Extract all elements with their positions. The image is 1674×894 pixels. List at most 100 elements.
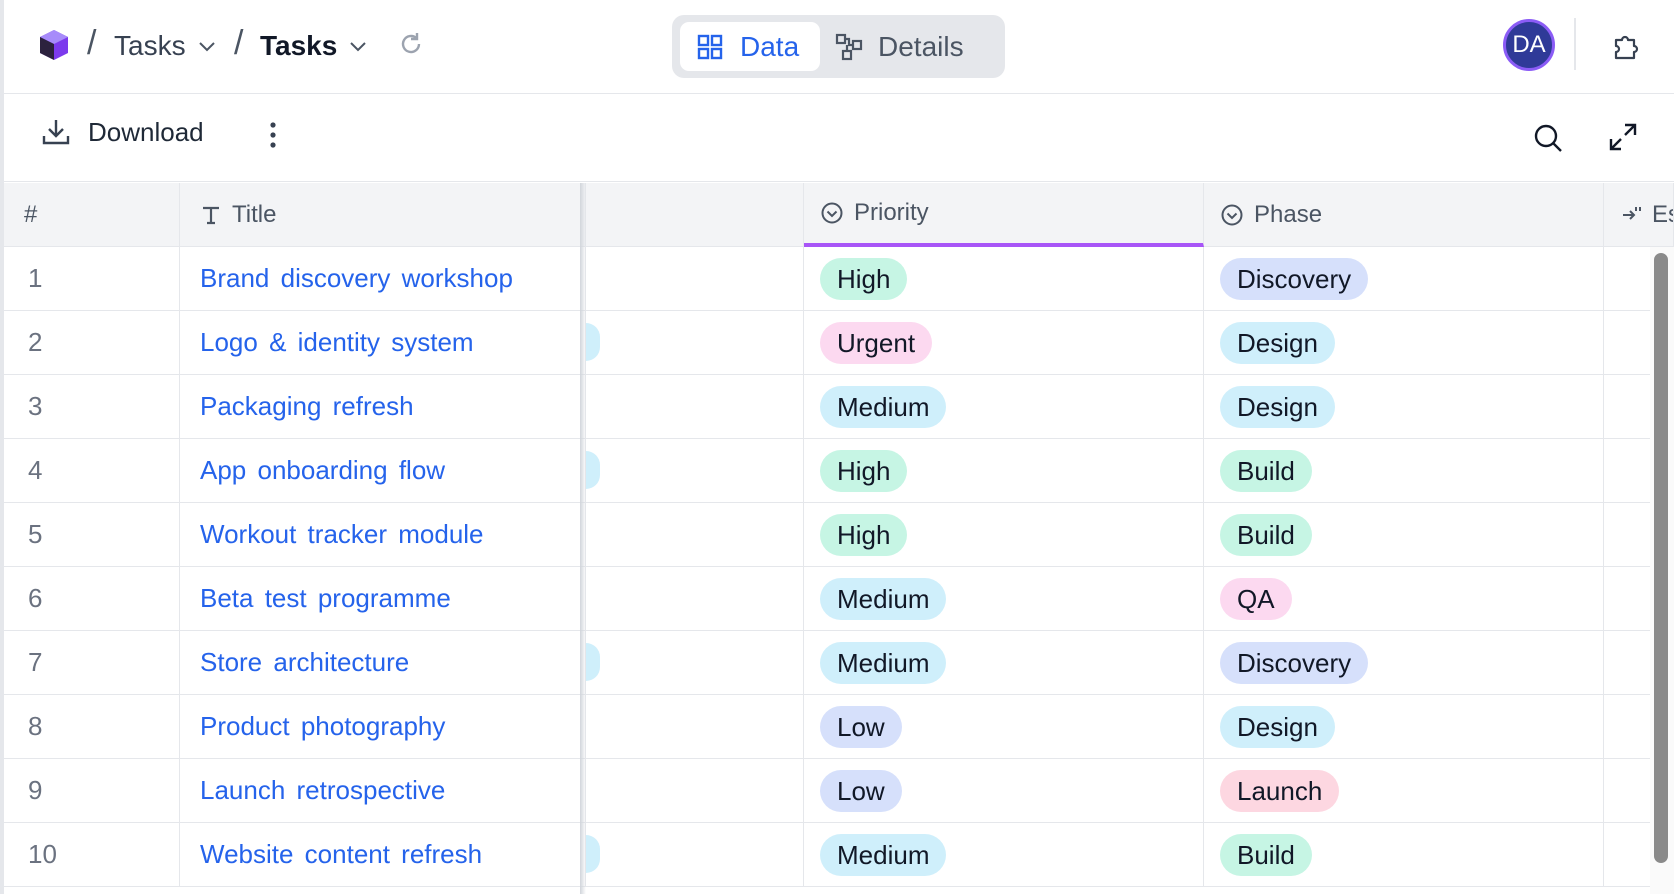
table-row[interactable]: 2 Logo & identity system Urgent Design (4, 311, 1674, 375)
priority-cell[interactable]: Medium (804, 823, 1204, 886)
column-header-next[interactable]: Es (1604, 183, 1674, 247)
phase-cell[interactable]: Build (1204, 439, 1604, 502)
phase-cell[interactable]: Build (1204, 823, 1604, 886)
avatar[interactable]: DA (1503, 19, 1555, 71)
column-header-phase-label: Phase (1254, 200, 1323, 228)
tab-data[interactable]: Data (680, 22, 820, 71)
phase-cell[interactable]: QA (1204, 567, 1604, 630)
row-number: 7 (4, 631, 180, 694)
row-number: 9 (4, 759, 180, 822)
grid-icon (697, 34, 723, 59)
tab-data-label: Data (740, 30, 800, 62)
select-circle-icon (821, 202, 843, 224)
priority-cell[interactable]: Urgent (804, 311, 1204, 374)
row-number: 2 (4, 311, 180, 374)
phase-cell[interactable]: Discovery (1204, 631, 1604, 694)
avatar-initials: DA (1512, 31, 1546, 58)
column-header-title[interactable]: Title (180, 183, 586, 247)
priority-cell[interactable]: High (804, 439, 1204, 502)
download-icon (42, 120, 70, 145)
row-number: 1 (4, 247, 180, 310)
phase-badge: Build (1220, 833, 1312, 876)
scrollbar-thumb[interactable] (1654, 253, 1668, 863)
more-options-icon[interactable] (262, 120, 284, 155)
puzzle-icon[interactable] (1610, 30, 1642, 67)
text-type-icon (203, 206, 219, 224)
phase-badge: Build (1220, 449, 1312, 492)
frozen-column-shadow (580, 183, 586, 894)
priority-cell[interactable]: Medium (804, 375, 1204, 438)
table-row[interactable]: 6 Beta test programme Medium QA (4, 567, 1674, 631)
task-title-link[interactable]: Website content refresh (180, 823, 586, 886)
priority-badge: High (820, 513, 908, 556)
breadcrumb-workspace[interactable]: Tasks (114, 26, 216, 66)
task-title-link[interactable]: Store architecture (180, 631, 586, 694)
hidden-cell (586, 759, 804, 822)
view-toggle: Data Details (672, 15, 1005, 78)
phase-cell[interactable]: Build (1204, 503, 1604, 566)
task-title-link[interactable]: App onboarding flow (180, 439, 586, 502)
task-title-link[interactable]: Logo & identity system (180, 311, 586, 374)
task-title-link[interactable]: Packaging refresh (180, 375, 586, 438)
hidden-cell (586, 823, 804, 886)
app-logo-icon[interactable] (38, 28, 70, 67)
table-row[interactable]: 7 Store architecture Medium Discovery (4, 631, 1674, 695)
priority-cell[interactable]: Medium (804, 567, 1204, 630)
priority-badge: High (820, 257, 908, 300)
toolbar: Download (0, 94, 1674, 182)
task-title-link[interactable]: Workout tracker module (180, 503, 586, 566)
column-header-next-label: Es (1652, 200, 1673, 228)
column-header-number[interactable]: # (4, 183, 180, 247)
table-row[interactable]: 8 Product photography Low Design (4, 695, 1674, 759)
priority-badge: Medium (820, 641, 947, 684)
task-title-link[interactable]: Product photography (180, 695, 586, 758)
task-title-link[interactable]: Launch retrospective (180, 759, 586, 822)
table-row[interactable]: 9 Launch retrospective Low Launch (4, 759, 1674, 823)
column-header-priority[interactable]: Priority (804, 183, 1204, 247)
top-bar: / Tasks / Tasks Data Details DA (0, 0, 1674, 94)
column-header-hidden (586, 183, 804, 247)
phase-cell[interactable]: Design (1204, 695, 1604, 758)
phase-badge: Design (1220, 321, 1335, 364)
search-icon[interactable] (1532, 122, 1564, 159)
row-number: 10 (4, 823, 180, 886)
hidden-cell (586, 247, 804, 310)
priority-cell[interactable]: Low (804, 695, 1204, 758)
table-row[interactable]: 4 App onboarding flow High Build (4, 439, 1674, 503)
phase-cell[interactable]: Launch (1204, 759, 1604, 822)
priority-cell[interactable]: Medium (804, 631, 1204, 694)
hidden-cell (586, 567, 804, 630)
hidden-cell (586, 439, 804, 502)
row-number: 4 (4, 439, 180, 502)
table-row[interactable]: 10 Website content refresh Medium Build (4, 823, 1674, 887)
priority-cell[interactable]: High (804, 247, 1204, 310)
phase-cell[interactable]: Design (1204, 311, 1604, 374)
phase-badge: Design (1220, 385, 1335, 428)
table-row[interactable]: 1 Brand discovery workshop High Discovery (4, 247, 1674, 311)
task-title-link[interactable]: Brand discovery workshop (180, 247, 586, 310)
estimate-icon (1623, 206, 1641, 220)
phase-badge: Launch (1220, 769, 1340, 812)
priority-cell[interactable]: Low (804, 759, 1204, 822)
breadcrumb-separator: / (87, 24, 97, 62)
column-header-phase[interactable]: Phase (1204, 183, 1604, 247)
phase-cell[interactable]: Design (1204, 375, 1604, 438)
breadcrumb-table[interactable]: Tasks (260, 26, 367, 66)
tab-details[interactable]: Details (820, 22, 1000, 71)
table-row[interactable]: 5 Workout tracker module High Build (4, 503, 1674, 567)
task-title-link[interactable]: Beta test programme (180, 567, 586, 630)
refresh-icon[interactable] (397, 30, 425, 63)
phase-badge: Discovery (1220, 641, 1369, 684)
chevron-down-icon (198, 42, 215, 52)
phase-cell[interactable]: Discovery (1204, 247, 1604, 310)
diagram-icon (835, 33, 863, 60)
hidden-cell (586, 695, 804, 758)
breadcrumb-workspace-label: Tasks (114, 30, 186, 61)
priority-cell[interactable]: High (804, 503, 1204, 566)
expand-icon[interactable] (1608, 122, 1638, 157)
phase-badge: Discovery (1220, 257, 1369, 300)
hidden-cell (586, 311, 804, 374)
table-row[interactable]: 3 Packaging refresh Medium Design (4, 375, 1674, 439)
column-header-number-label: # (24, 200, 38, 228)
download-button[interactable]: Download (40, 116, 204, 148)
